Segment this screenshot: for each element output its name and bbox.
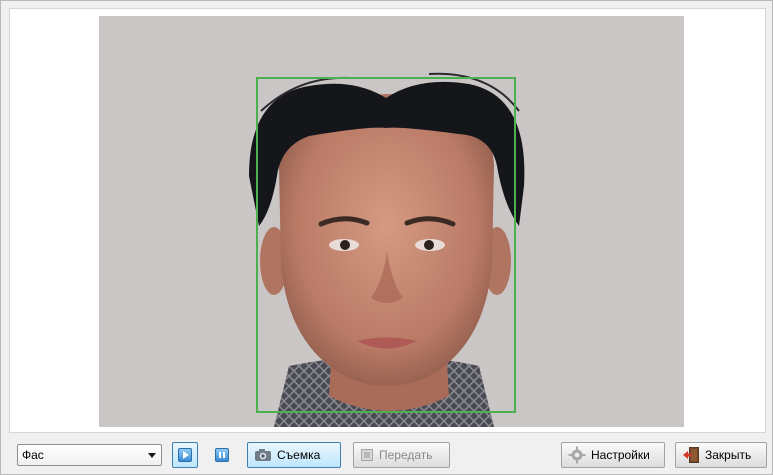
camera-preview [99, 16, 684, 427]
pause-icon [215, 448, 229, 462]
chevron-down-icon [148, 453, 156, 458]
camera-viewport [9, 8, 766, 433]
gear-icon [568, 446, 586, 464]
face-detection-box [256, 77, 516, 413]
send-button[interactable]: Передать [353, 442, 450, 468]
settings-button[interactable]: Настройки [561, 442, 665, 468]
pause-button[interactable] [209, 442, 235, 468]
capture-window: Фас Съемка Передать Настройки Закрыть [0, 0, 773, 475]
pose-select[interactable]: Фас [17, 444, 162, 466]
capture-button[interactable]: Съемка [247, 442, 341, 468]
send-icon [361, 449, 373, 461]
send-button-label: Передать [379, 448, 433, 462]
bottom-toolbar: Фас Съемка Передать Настройки Закрыть [1, 437, 773, 474]
play-button[interactable] [172, 442, 198, 468]
close-button[interactable]: Закрыть [675, 442, 767, 468]
settings-button-label: Настройки [591, 448, 650, 462]
camera-icon [255, 449, 271, 461]
close-button-label: Закрыть [705, 448, 752, 462]
play-icon [178, 448, 192, 462]
capture-button-label: Съемка [277, 448, 321, 462]
pose-select-value: Фас [22, 448, 44, 462]
exit-door-icon [683, 447, 699, 463]
